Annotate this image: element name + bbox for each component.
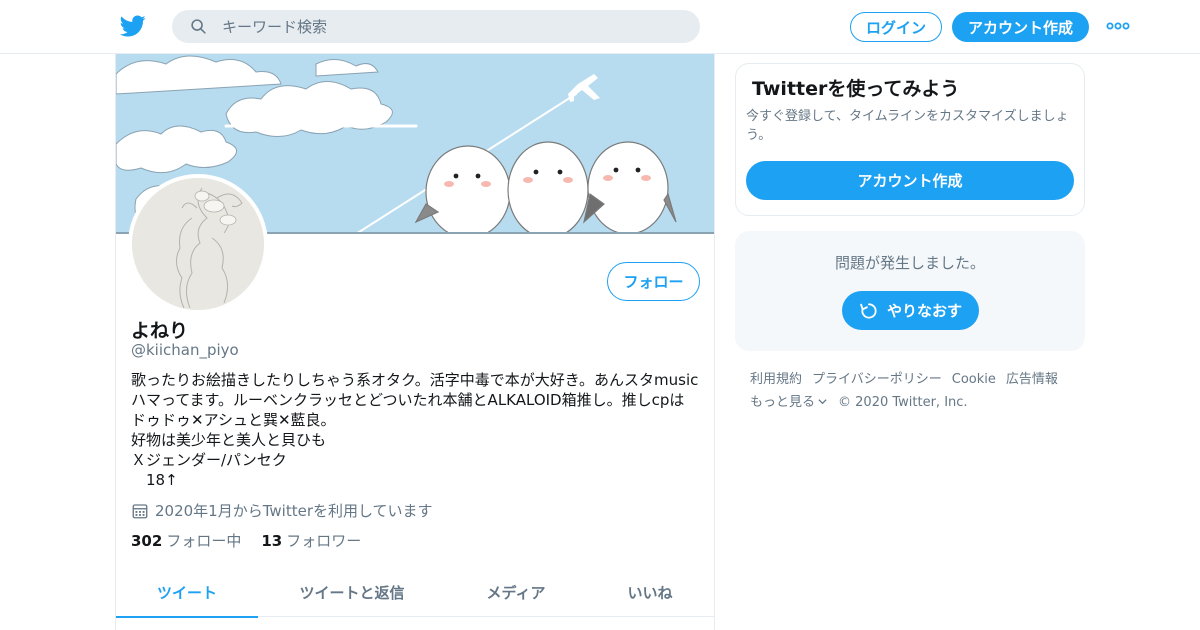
- join-date-text: 2020年1月からTwitterを利用しています: [155, 502, 433, 520]
- following-count: 302: [131, 532, 163, 550]
- tab-media[interactable]: メディア: [446, 568, 586, 617]
- footer-more-label: もっと見る: [750, 395, 816, 410]
- bio-line: ハマってます。ルーベンクラッセとどついたれ本舗とALKALOID箱推し。推しcp…: [131, 391, 685, 409]
- top-bar: ログイン アカウント作成: [0, 0, 1200, 54]
- following-stat[interactable]: 302 フォロー中: [131, 530, 241, 551]
- login-button[interactable]: ログイン: [850, 12, 942, 42]
- display-name: よねり: [131, 320, 189, 342]
- footer-privacy-link[interactable]: プライバシーポリシー: [812, 368, 942, 391]
- tab-tweets-and-replies[interactable]: ツイートと返信: [258, 568, 446, 617]
- footer-cookie-link[interactable]: Cookie: [952, 368, 996, 391]
- search-icon: [191, 19, 206, 34]
- profile-column: フォロー よねり @kiichan_piyo 歌ったりお絵描きしたりしちゃう系オ…: [115, 54, 715, 630]
- footer-more-link[interactable]: もっと見る: [750, 391, 828, 414]
- signup-card-title: Twitterを使ってみよう: [752, 78, 960, 100]
- signup-button[interactable]: アカウント作成: [952, 12, 1089, 42]
- footer-links: 利用規約 プライバシーポリシー Cookie 広告情報 もっと見る © 2020…: [750, 368, 1080, 414]
- signup-card: Twitterを使ってみよう 今すぐ登録して、タイムラインをカスタマイズしましょ…: [735, 63, 1085, 216]
- followers-label: フォロワー: [286, 532, 362, 550]
- avatar-illustration: [132, 178, 264, 310]
- bio-line: 歌ったりお絵描きしたりしちゃう系オタク。活字中毒で本が大好き。あんスタmusic: [131, 371, 699, 389]
- bio-line: Ｘジェンダー/パンセク: [131, 451, 287, 469]
- profile-avatar[interactable]: [128, 174, 268, 314]
- follow-button[interactable]: フォロー: [607, 262, 700, 301]
- error-box: 問題が発生しました。 やりなおす: [735, 231, 1085, 351]
- bio-line: ドゥドゥ✕アシュと巽✕藍良。: [131, 411, 336, 429]
- followers-count: 13: [261, 532, 283, 550]
- retry-button[interactable]: やりなおす: [842, 291, 979, 330]
- followers-stat[interactable]: 13 フォロワー: [261, 530, 361, 551]
- profile-handle: @kiichan_piyo: [131, 341, 239, 359]
- signup-card-description: 今すぐ登録して、タイムラインをカスタマイズしましょう。: [746, 109, 1069, 143]
- footer-ads-link[interactable]: 広告情報: [1006, 368, 1058, 391]
- tab-tweets[interactable]: ツイート: [116, 568, 258, 618]
- signup-card-button[interactable]: アカウント作成: [746, 161, 1074, 200]
- footer-terms-link[interactable]: 利用規約: [750, 368, 802, 391]
- tab-likes[interactable]: いいね: [586, 568, 714, 617]
- following-label: フォロー中: [166, 532, 242, 550]
- error-message: 問題が発生しました。: [834, 254, 985, 272]
- more-icon[interactable]: [1106, 20, 1130, 32]
- calendar-icon: [132, 503, 148, 518]
- chevron-down-icon: [818, 399, 827, 405]
- twitter-logo-icon[interactable]: [119, 13, 147, 39]
- bio-line: 好物は美少年と美人と貝ひも: [131, 431, 327, 449]
- profile-stats: 302 フォロー中 13 フォロワー: [131, 530, 381, 551]
- search-input[interactable]: [222, 10, 682, 43]
- join-date: 2020年1月からTwitterを利用しています: [131, 500, 433, 521]
- refresh-icon: [860, 302, 877, 319]
- bio-line: 18↑: [131, 471, 178, 489]
- retry-label: やりなおす: [886, 302, 962, 320]
- search-bar[interactable]: [172, 10, 700, 43]
- footer-copyright: © 2020 Twitter, Inc.: [838, 395, 968, 410]
- profile-bio: 歌ったりお絵描きしたりしちゃう系オタク。活字中毒で本が大好き。あんスタmusic…: [131, 370, 706, 490]
- profile-tabs: ツイート ツイートと返信 メディア いいね: [116, 568, 714, 618]
